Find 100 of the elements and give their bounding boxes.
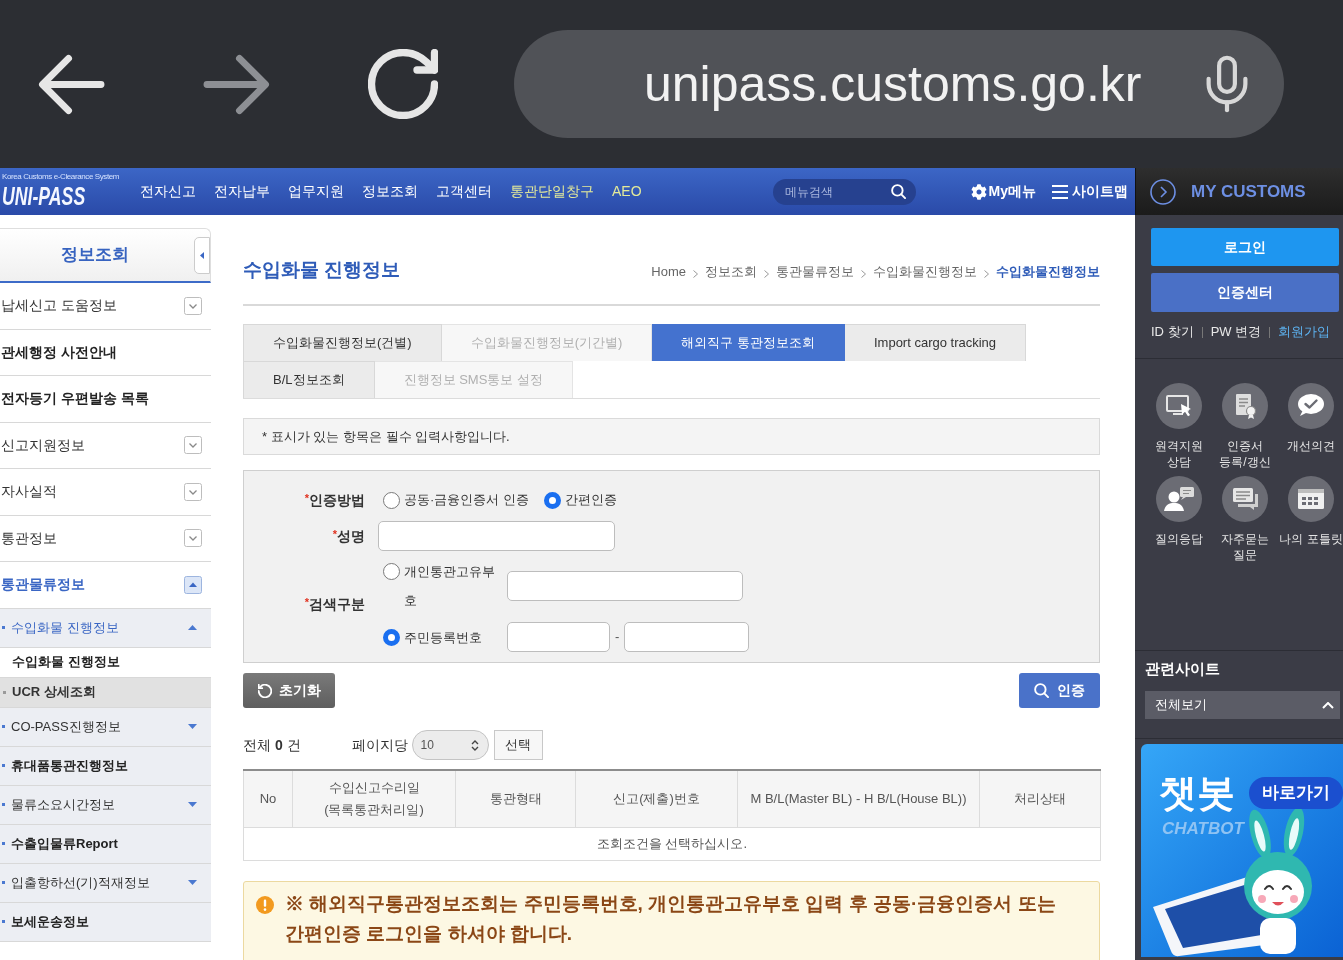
sidebar-menu-item[interactable]: 통관물류정보	[0, 562, 211, 609]
breadcrumb-link[interactable]: 수입화물진행정보	[996, 261, 1100, 282]
caret-left-icon	[200, 251, 204, 259]
chevron-right-icon	[764, 270, 769, 278]
radio-label[interactable]: 공동·금융인증서 인증	[404, 490, 529, 510]
chevron-down-icon[interactable]	[184, 529, 202, 548]
sidebar-menu-item[interactable]: 자사실적	[0, 469, 211, 516]
customs-code-input[interactable]	[507, 571, 743, 601]
empty-message: 조회조건을 선택하십시오.	[243, 827, 1101, 860]
bullet-icon	[3, 690, 6, 694]
breadcrumb-link[interactable]: 정보조회	[705, 261, 757, 282]
related-sites-title: 관련사이트	[1145, 659, 1220, 679]
nav-menu-link[interactable]: AEO	[612, 181, 642, 202]
authenticate-button[interactable]: 인증	[1019, 673, 1100, 708]
chatbot-banner[interactable]: 챗봇 바로가기 CHATBOT	[1141, 744, 1343, 957]
tab[interactable]: 수입화물진행정보(건별)	[243, 324, 442, 361]
shortcut-link[interactable]: 자주묻는 질문	[1212, 476, 1278, 563]
shortcut-link[interactable]: 나의 포틀릿	[1278, 476, 1343, 563]
logo-wordmark[interactable]: UNI-PASS	[2, 181, 88, 211]
sidebar-menu-item[interactable]: 전자등기 우편발송 목록	[0, 376, 211, 423]
banner-go-button[interactable]: 바로가기	[1249, 777, 1343, 809]
nav-menu-link[interactable]: 통관단일창구	[510, 181, 594, 202]
account-link[interactable]: PW 변경	[1210, 322, 1262, 342]
certificate-center-button[interactable]: 인증센터	[1151, 273, 1339, 312]
radio-button[interactable]	[543, 491, 561, 509]
submenu-item[interactable]: CO-PASS진행정보	[0, 707, 211, 747]
submenu-item[interactable]: 수출입물류Report	[0, 824, 211, 864]
radio-button[interactable]	[383, 491, 400, 509]
select-button[interactable]: 선택	[493, 730, 543, 760]
search-icon[interactable]	[890, 184, 906, 199]
related-sites-select[interactable]: 전체보기	[1145, 691, 1340, 719]
sidebar-menu-item[interactable]: 신고지원정보	[0, 422, 211, 469]
breadcrumb-link[interactable]: Home	[651, 261, 686, 282]
id-number-front-input[interactable]	[507, 622, 610, 652]
submenu-link[interactable]: UCR 상세조회	[0, 677, 211, 708]
chevron-down-icon[interactable]	[184, 296, 202, 315]
radio-label[interactable]: 주민등록번호	[404, 622, 498, 652]
page-title: 수입화물 진행정보	[243, 258, 401, 282]
chevron-circle-icon[interactable]	[1150, 178, 1176, 205]
column-header: 처리상태	[979, 770, 1101, 827]
radio-label[interactable]: 개인통관고유부호	[404, 557, 498, 615]
microphone-icon[interactable]	[1206, 55, 1248, 113]
tab[interactable]: Import cargo tracking	[844, 324, 1027, 361]
chevron-down-icon[interactable]	[184, 482, 202, 501]
sidebar-menu-item[interactable]: 관세행정 사전안내	[0, 329, 211, 376]
my-menu-button[interactable]: My메뉴	[970, 181, 1036, 202]
submenu-item[interactable]: 수입화물 진행정보	[0, 608, 211, 648]
column-header: 수입신고수리일 (목록통관처리일)	[292, 770, 456, 827]
account-link[interactable]: ID 찾기	[1151, 322, 1194, 342]
submenu-item[interactable]: 물류소요시간정보	[0, 785, 211, 825]
caret-down-icon[interactable]	[188, 880, 197, 885]
nav-menu-link[interactable]: 전자신고	[140, 181, 196, 202]
breadcrumb-link[interactable]: 통관물류정보	[776, 261, 854, 282]
chat-bubbles-icon	[1222, 476, 1268, 522]
shortcut-link[interactable]: 인증서 등록/갱신	[1212, 383, 1278, 470]
up-down-chevron-icon	[470, 739, 479, 751]
sidebar-menu-item[interactable]: 통관정보	[0, 515, 211, 562]
shortcut-link[interactable]: 원격지원 상담	[1146, 383, 1212, 470]
address-bar[interactable]: unipass.customs.go.kr	[514, 30, 1284, 138]
back-icon[interactable]	[38, 53, 105, 115]
caret-down-icon[interactable]	[188, 724, 197, 729]
reset-button[interactable]: 초기화	[243, 673, 335, 708]
submenu-item[interactable]: 휴대품통관진행정보	[0, 746, 211, 786]
chevron-down-icon[interactable]	[184, 436, 202, 455]
breadcrumb-link[interactable]: 수입화물진행정보	[873, 261, 977, 282]
per-page-select[interactable]: 10	[411, 730, 489, 760]
nav-menu-link[interactable]: 고객센터	[436, 181, 492, 202]
column-header: M B/L(Master BL) - H B/L(House BL))	[737, 770, 980, 827]
notice-text: * 표시가 있는 항목은 필수 입력사항입니다.	[262, 427, 510, 446]
collapse-sidebar-button[interactable]	[194, 236, 210, 274]
caret-down-icon[interactable]	[188, 802, 197, 807]
radio-label[interactable]: 간편인증	[564, 490, 617, 510]
account-link[interactable]: 회원가입	[1278, 322, 1331, 342]
name-input[interactable]	[378, 521, 615, 551]
submenu-item[interactable]: 입출항하선(기)적재정보	[0, 863, 211, 903]
tab[interactable]: B/L정보조회	[243, 361, 375, 398]
nav-menu-link[interactable]: 전자납부	[214, 181, 270, 202]
shortcut-link[interactable]: 개선의견	[1278, 383, 1343, 470]
submenu-item[interactable]: 보세운송정보	[0, 902, 211, 942]
shortcut-link[interactable]: 질의응답	[1146, 476, 1212, 563]
banner-title: 챗봇	[1159, 773, 1235, 813]
radio-button[interactable]	[383, 628, 400, 646]
sitemap-button[interactable]: 사이트맵	[1052, 181, 1128, 202]
tab[interactable]: 해외직구 통관정보조회	[652, 324, 845, 361]
radio-button[interactable]	[383, 563, 400, 580]
nav-menu-link[interactable]: 업무지원	[288, 181, 344, 202]
menu-search-field[interactable]: 메뉴검색	[772, 178, 916, 205]
speech-bubble-check-icon	[1288, 383, 1334, 429]
caret-up-icon[interactable]	[188, 625, 197, 630]
nav-menu-link[interactable]: 정보조회	[362, 181, 418, 202]
column-header: 신고(제출)번호	[575, 770, 738, 827]
total-count: 전체 0 건	[243, 735, 301, 755]
sidebar-menu-item[interactable]: 납세신고 도움정보	[0, 283, 211, 330]
bullet-icon	[2, 764, 5, 767]
chevron-right-icon	[693, 270, 698, 278]
reload-icon[interactable]	[368, 49, 438, 119]
forward-icon[interactable]	[203, 53, 270, 115]
id-number-back-input[interactable]	[624, 622, 750, 652]
logo-tagline: Korea Customs e-Clearance System	[2, 172, 120, 181]
caret-up-icon[interactable]	[184, 575, 202, 594]
